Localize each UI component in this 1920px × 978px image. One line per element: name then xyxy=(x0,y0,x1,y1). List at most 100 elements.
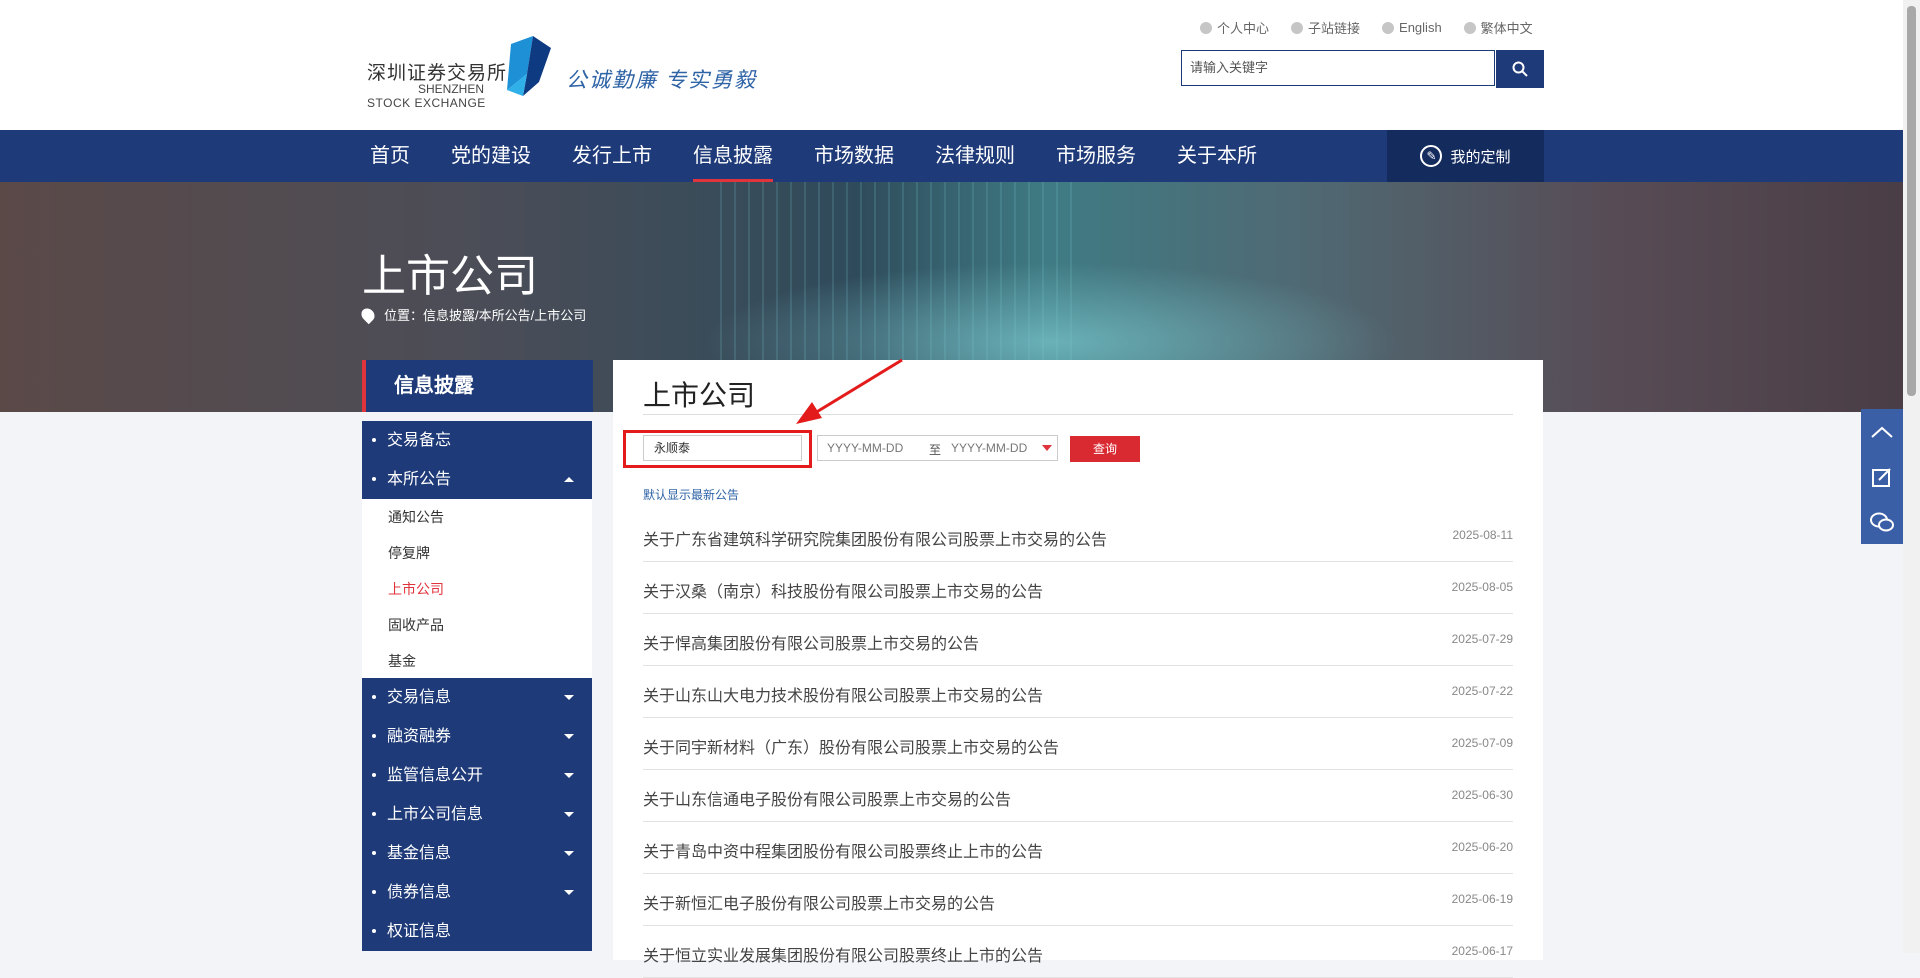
bullet-icon xyxy=(372,773,376,777)
announcement-row[interactable]: 关于同宇新材料（广东）股份有限公司股票上市交易的公告 2025-07-09 xyxy=(643,718,1513,770)
subsite-label: 子站链接 xyxy=(1308,21,1361,36)
sidebar-subitem-suspension[interactable]: 停复牌 xyxy=(362,535,592,571)
chevron-down-icon xyxy=(564,734,574,739)
date-range-separator: 至 xyxy=(929,443,942,457)
bullet-icon xyxy=(372,929,376,933)
nav-services[interactable]: 市场服务 xyxy=(1056,130,1136,182)
announcement-date: 2025-07-09 xyxy=(1451,736,1513,750)
sidebar-item-label: 上市公司信息 xyxy=(387,806,484,823)
announcement-date: 2025-06-17 xyxy=(1451,944,1513,958)
sidebar-item-label: 债券信息 xyxy=(387,884,452,901)
default-hint: 默认显示最新公告 xyxy=(643,488,740,502)
traditional-chinese-label: 繁体中文 xyxy=(1480,21,1533,36)
chevron-down-icon xyxy=(564,890,574,895)
subsite-link[interactable]: 子站链接 xyxy=(1291,18,1360,37)
sidebar-item-bond-info[interactable]: 债券信息 xyxy=(362,873,592,912)
bullet-icon xyxy=(372,890,376,894)
nav-about[interactable]: 关于本所 xyxy=(1177,130,1257,182)
my-custom-button[interactable]: ✎ 我的定制 xyxy=(1387,130,1544,182)
sidebar-item-label: 融资融券 xyxy=(387,728,452,745)
scrollbar-thumb[interactable] xyxy=(1907,6,1916,396)
personal-center-label: 个人中心 xyxy=(1217,21,1270,36)
feedback-button[interactable] xyxy=(1861,454,1903,499)
logo-text-en-line1: SHENZHEN xyxy=(418,82,485,96)
breadcrumb-text[interactable]: 位置：信息披露/本所公告/上市公司 xyxy=(384,305,586,324)
announcement-title[interactable]: 关于恒立实业发展集团股份有限公司股票终止上市的公告 xyxy=(643,942,1043,966)
logo-text-cn[interactable]: 深圳证券交易所 xyxy=(367,58,507,85)
user-icon xyxy=(1200,21,1212,34)
announcement-row[interactable]: 关于山东信通电子股份有限公司股票上市交易的公告 2025-06-30 xyxy=(643,770,1513,822)
search-icon xyxy=(1512,61,1528,77)
dropdown-caret-icon[interactable] xyxy=(1042,445,1052,451)
sidebar-item-trading-info[interactable]: 交易信息 xyxy=(362,678,592,717)
start-date-input[interactable]: YYYY-MM-DD xyxy=(827,441,903,455)
sidebar-item-regulatory-info[interactable]: 监管信息公开 xyxy=(362,756,592,795)
announcement-date: 2025-06-19 xyxy=(1451,892,1513,906)
sidebar-item-fund-info[interactable]: 基金信息 xyxy=(362,834,592,873)
divider xyxy=(643,414,1513,415)
chevron-down-icon xyxy=(564,812,574,817)
bullet-icon xyxy=(372,734,376,738)
announcement-row[interactable]: 关于广东省建筑科学研究院集团股份有限公司股票上市交易的公告 2025-08-11 xyxy=(643,510,1513,562)
sidebar-item-warrant-info[interactable]: 权证信息 xyxy=(362,912,592,951)
announcement-title[interactable]: 关于广东省建筑科学研究院集团股份有限公司股票上市交易的公告 xyxy=(643,526,1107,550)
site-search-input[interactable]: 请输入关键字 xyxy=(1181,50,1495,86)
announcement-row[interactable]: 关于恒立实业发展集团股份有限公司股票终止上市的公告 2025-06-17 xyxy=(643,926,1513,978)
nav-rules[interactable]: 法律规则 xyxy=(935,130,1015,182)
sidebar-subitem-listed-companies[interactable]: 上市公司 xyxy=(362,571,592,607)
end-date-input[interactable]: YYYY-MM-DD xyxy=(951,441,1027,455)
announcement-row[interactable]: 关于山东山大电力技术股份有限公司股票上市交易的公告 2025-07-22 xyxy=(643,666,1513,718)
slogan: 公诚勤廉 专实勇毅 xyxy=(566,68,758,92)
sidebar-item-trading-memo[interactable]: 交易备忘 xyxy=(362,421,592,460)
sidebar-subitem-notices[interactable]: 通知公告 xyxy=(362,499,592,535)
globe-icon xyxy=(1463,21,1476,34)
announcement-title[interactable]: 关于青岛中资中程集团股份有限公司股票终止上市的公告 xyxy=(643,838,1043,862)
english-link[interactable]: English xyxy=(1382,18,1442,37)
nav-market-data[interactable]: 市场数据 xyxy=(814,130,894,182)
announcement-row[interactable]: 关于青岛中资中程集团股份有限公司股票终止上市的公告 2025-06-20 xyxy=(643,822,1513,874)
english-label: English xyxy=(1399,20,1442,35)
nav-listing[interactable]: 发行上市 xyxy=(572,130,652,182)
nav-party-building[interactable]: 党的建设 xyxy=(451,130,531,182)
announcement-title[interactable]: 关于同宇新材料（广东）股份有限公司股票上市交易的公告 xyxy=(643,734,1059,758)
nav-home[interactable]: 首页 xyxy=(370,130,410,182)
sidebar-item-company-info[interactable]: 上市公司信息 xyxy=(362,795,592,834)
wechat-icon xyxy=(1870,512,1894,531)
announcement-row[interactable]: 关于新恒汇电子股份有限公司股票上市交易的公告 2025-06-19 xyxy=(643,874,1513,926)
personal-center-link[interactable]: 个人中心 xyxy=(1200,18,1269,37)
sidebar-item-exchange-notices[interactable]: 本所公告 xyxy=(362,460,592,499)
sidebar-subitem-fixed-income[interactable]: 固收产品 xyxy=(362,607,592,643)
traditional-chinese-link[interactable]: 繁体中文 xyxy=(1463,18,1533,37)
sidebar-item-label: 本所公告 xyxy=(387,471,452,488)
site-search-button[interactable] xyxy=(1496,50,1544,88)
site-header xyxy=(0,0,1903,130)
back-to-top-button[interactable] xyxy=(1861,409,1903,454)
announcement-date: 2025-07-29 xyxy=(1451,632,1513,646)
annotation-highlight-box xyxy=(623,430,812,468)
announcement-date: 2025-06-20 xyxy=(1451,840,1513,854)
page-title: 上市公司 xyxy=(362,252,538,301)
announcement-title[interactable]: 关于新恒汇电子股份有限公司股票上市交易的公告 xyxy=(643,890,995,914)
bullet-icon xyxy=(372,812,376,816)
announcement-title[interactable]: 关于山东山大电力技术股份有限公司股票上市交易的公告 xyxy=(643,682,1043,706)
sidebar-subitem-funds[interactable]: 基金 xyxy=(362,643,592,679)
announcement-row[interactable]: 关于汉桑（南京）科技股份有限公司股票上市交易的公告 2025-08-05 xyxy=(643,562,1513,614)
announcement-title[interactable]: 关于汉桑（南京）科技股份有限公司股票上市交易的公告 xyxy=(643,578,1043,602)
nav-disclosure[interactable]: 信息披露 xyxy=(693,130,773,182)
sidebar-item-label: 监管信息公开 xyxy=(387,767,484,784)
chevron-up-icon xyxy=(564,477,574,482)
wechat-button[interactable] xyxy=(1861,499,1903,544)
bullet-icon xyxy=(372,695,376,699)
my-custom-label: 我的定制 xyxy=(1450,148,1511,166)
announcement-row[interactable]: 关于悍高集团股份有限公司股票上市交易的公告 2025-07-29 xyxy=(643,614,1513,666)
back-to-top-icon xyxy=(1871,426,1893,438)
sidebar-item-label: 交易信息 xyxy=(387,689,452,706)
exchange-logo-icon[interactable] xyxy=(503,34,553,98)
announcement-title[interactable]: 关于悍高集团股份有限公司股票上市交易的公告 xyxy=(643,630,979,654)
sidebar-item-margin-trading[interactable]: 融资融券 xyxy=(362,717,592,756)
announcement-date: 2025-06-30 xyxy=(1451,788,1513,802)
compass-icon: ✎ xyxy=(1420,145,1443,167)
announcement-title[interactable]: 关于山东信通电子股份有限公司股票上市交易的公告 xyxy=(643,786,1011,810)
bullet-icon xyxy=(372,851,376,855)
query-button[interactable]: 查询 xyxy=(1070,436,1140,462)
